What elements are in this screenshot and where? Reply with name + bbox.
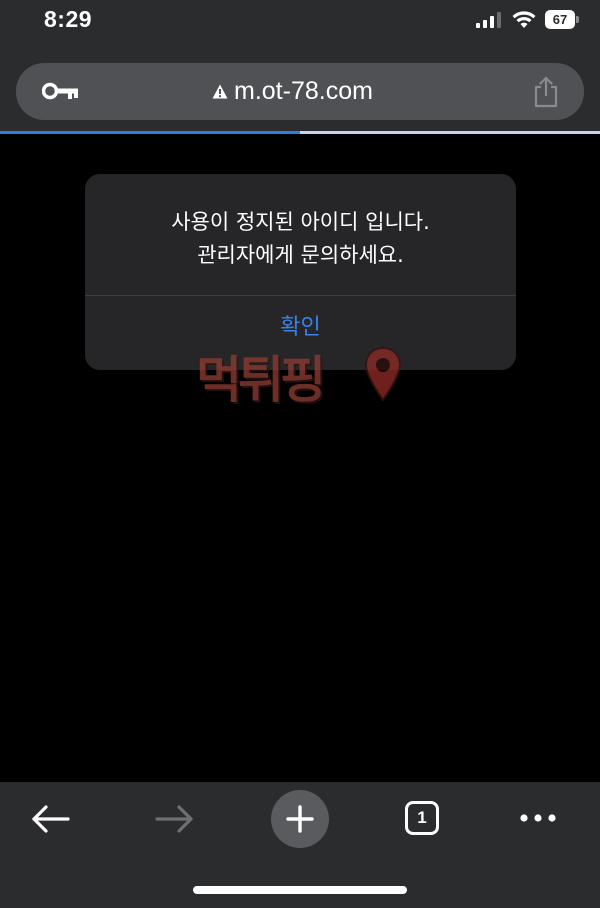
battery-level: 67 xyxy=(552,12,568,27)
url-display[interactable]: m.ot-78.com xyxy=(212,76,373,106)
wifi-icon xyxy=(512,11,536,28)
plus-icon xyxy=(286,805,314,833)
new-tab-button[interactable] xyxy=(271,790,329,848)
location-pin-icon xyxy=(364,346,402,402)
signal-icon xyxy=(476,12,501,28)
alert-confirm-label: 확인 xyxy=(280,315,321,340)
key-icon[interactable] xyxy=(42,81,80,101)
page-load-progress xyxy=(0,131,600,134)
warning-icon xyxy=(212,84,228,98)
battery-icon: 67 xyxy=(545,10,581,29)
tab-count: 1 xyxy=(417,808,427,827)
alert-message-line1: 사용이 정지된 아이디 입니다. xyxy=(171,210,430,234)
url-text: m.ot-78.com xyxy=(234,76,373,105)
watermark-logo: 먹튀핑 xyxy=(196,340,412,410)
status-bar: 8:29 67 xyxy=(0,0,600,44)
tab-switcher-button[interactable]: 1 xyxy=(405,801,439,835)
home-indicator[interactable] xyxy=(193,886,407,894)
back-icon[interactable] xyxy=(30,804,70,834)
status-time: 8:29 xyxy=(44,6,93,32)
forward-icon[interactable] xyxy=(155,804,195,834)
alert-message: 사용이 정지된 아이디 입니다. 관리자에게 문의하세요. xyxy=(85,206,516,272)
share-icon[interactable] xyxy=(532,76,560,108)
alert-message-line2: 관리자에게 문의하세요. xyxy=(197,243,404,267)
top-toolbar: m.ot-78.com xyxy=(0,44,600,133)
page-load-progress-fill xyxy=(0,131,300,134)
bottom-toolbar: 1 xyxy=(0,782,600,908)
watermark-text: 먹튀핑 xyxy=(196,351,326,409)
address-bar[interactable]: m.ot-78.com xyxy=(16,63,584,120)
more-icon[interactable] xyxy=(519,813,557,823)
